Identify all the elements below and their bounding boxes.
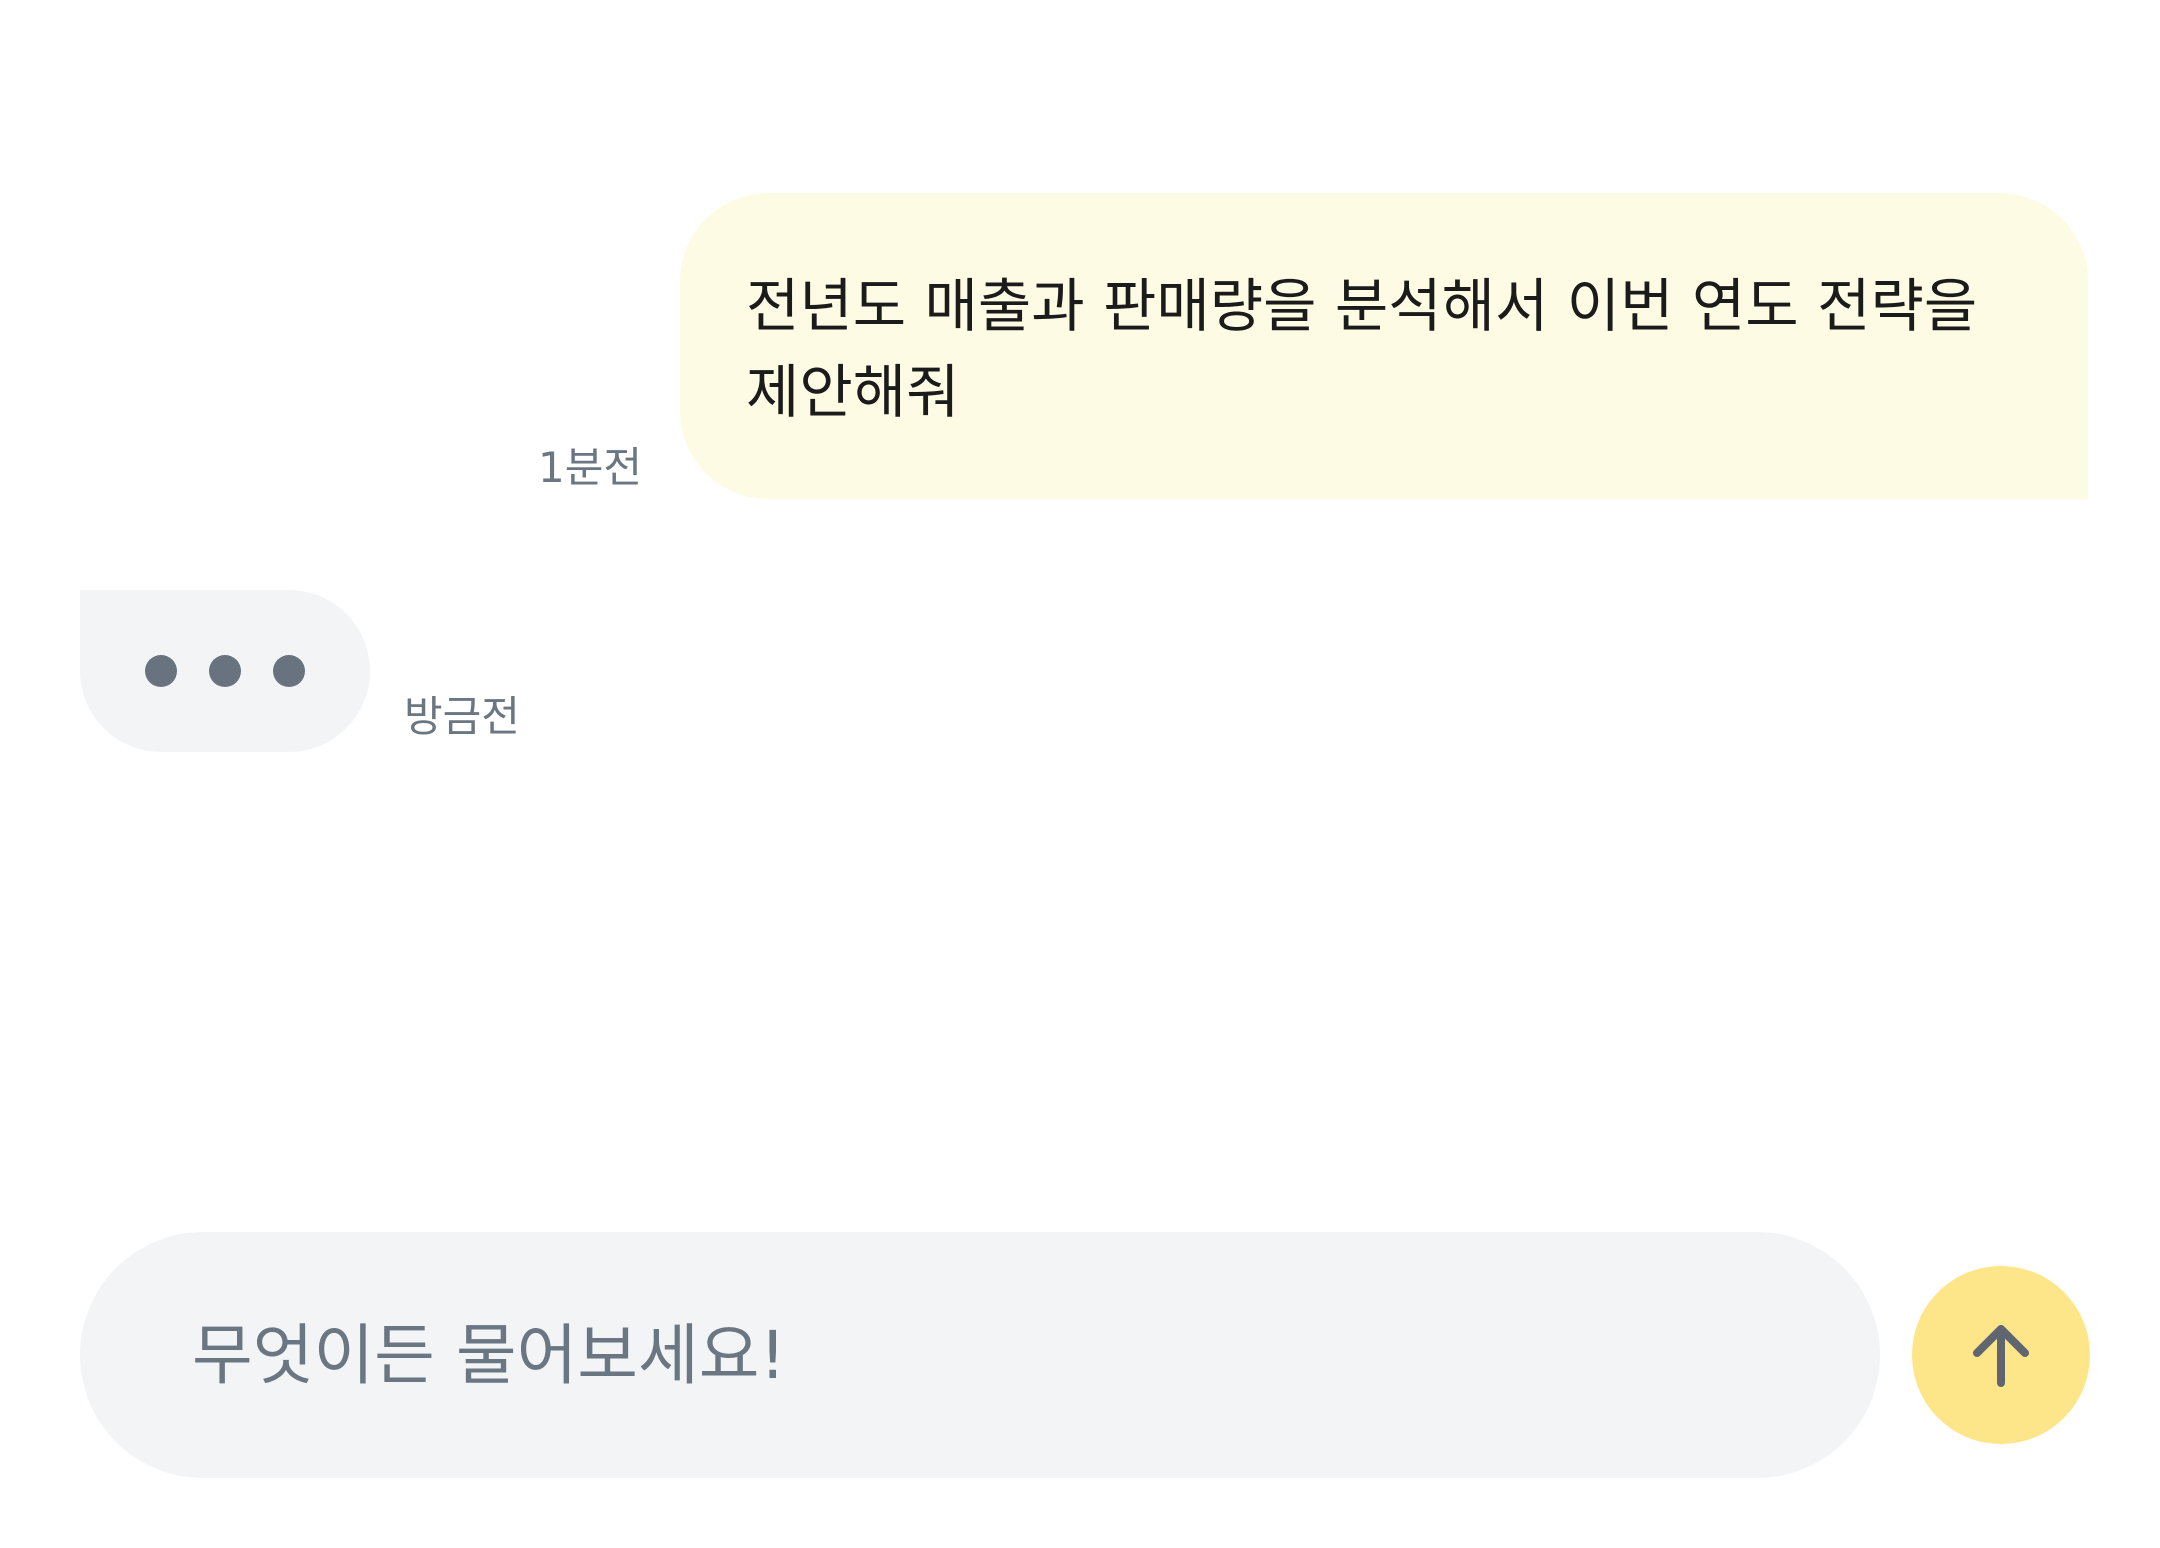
user-message-bubble: 전년도 매출과 판매량을 분석해서 이번 연도 전략을 제안해줘 [680,193,2088,499]
chat-input[interactable] [190,1315,1821,1395]
user-message-row: 1분전 전년도 매출과 판매량을 분석해서 이번 연도 전략을 제안해줘 [538,193,2088,499]
user-message-timestamp: 1분전 [537,443,642,492]
typing-dot [209,655,241,687]
typing-indicator [80,590,370,752]
chat-input-container[interactable] [80,1232,1881,1478]
message-composer [80,1232,2090,1478]
assistant-message-row: 방금전 [80,590,520,752]
chat-message-list: 1분전 전년도 매출과 판매량을 분석해서 이번 연도 전략을 제안해줘 방금전 [0,0,2160,1200]
typing-dot [145,655,177,687]
typing-dot [273,655,305,687]
arrow-up-icon [1959,1313,2043,1397]
send-button[interactable] [1912,1266,2090,1444]
assistant-message-timestamp: 방금전 [404,692,520,741]
